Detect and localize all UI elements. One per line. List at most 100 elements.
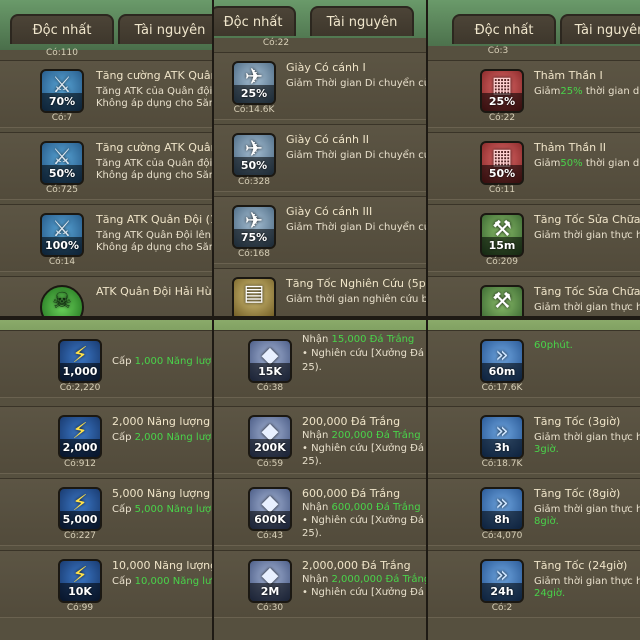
item-count: Có:912 xyxy=(63,459,96,469)
list-item[interactable]: ☠ ATK Quân Đội Hải Hùng xyxy=(0,276,212,316)
list-item[interactable]: ▦ 25% Có:22 Thảm Thần I Giảm25% thời gian… xyxy=(428,60,640,128)
item-desc: Cấp 1,000 Năng lượ xyxy=(112,356,212,367)
item-title: Giày Có cánh III xyxy=(286,205,373,218)
screenshot-collage: Độc nhất Tài nguyên Có:110 ⚔ 70% Có:7 Tăn… xyxy=(0,0,640,640)
item-count: Có:11 xyxy=(488,185,516,195)
panel-atk-boosts: Độc nhất Tài nguyên Có:110 ⚔ 70% Có:7 Tăn… xyxy=(0,0,212,316)
item-count: Có:17.6K xyxy=(481,383,523,393)
item-desc: Giảm thời gian thực hi xyxy=(534,504,640,515)
item-desc-2: Không áp dụng cho Săn xyxy=(96,170,212,181)
list-item[interactable]: ✈ 25% Có:14.6K Giày Có cánh I Giảm Thời g… xyxy=(214,52,426,120)
crystal-icon: ◆ 200K xyxy=(248,415,292,459)
lightning-icon: ⚡ 10K xyxy=(58,559,102,603)
crystal-icon: ◆ 600K xyxy=(248,487,292,531)
item-desc: Giảm Thời gian Di chuyển củ xyxy=(286,222,426,233)
list-item[interactable]: ▤ Tăng Tốc Nghiên Cứu (5p Giảm thời gian… xyxy=(214,268,426,316)
item-title: Thảm Thần I xyxy=(534,69,603,82)
item-desc-3: 25). xyxy=(302,456,322,467)
list-item[interactable]: ▦ 50% Có:11 Thảm Thần II Giảm50% thời gia… xyxy=(428,132,640,200)
item-desc-2: Không áp dụng cho Săn xyxy=(96,98,212,109)
winged-boot-icon: ✈ 50% xyxy=(232,133,276,177)
item-count: Có:18.7K xyxy=(481,459,523,469)
item-desc-2: • Nghiên cứu [Xưởng Đá xyxy=(302,348,424,359)
item-count: Có:99 xyxy=(66,603,94,613)
item-desc: Giảm thời gian nghiên cứu b xyxy=(286,294,426,305)
list-item[interactable]: » 60m Có:17.6K 60phút. xyxy=(428,330,640,398)
list-item[interactable]: ◆ 200K Có:59 200,000 Đá Trắng Nhận 200,00… xyxy=(214,406,426,474)
speed-arrows-icon: » 8h xyxy=(480,487,524,531)
item-title: Tăng ATK Quân Đội (10 xyxy=(96,213,212,226)
item-desc: Giảm25% thời gian di xyxy=(534,86,640,97)
speed-arrows-icon: » 60m xyxy=(480,339,524,383)
item-title: Tăng Tốc (3giờ) xyxy=(534,415,621,428)
item-desc-2: • Nghiên cứu [Xưởng Đá xyxy=(302,443,424,454)
magic-carpet-icon: ▦ 25% xyxy=(480,69,524,113)
lightning-icon: ⚡ 2,000 xyxy=(58,415,102,459)
crystal-icon: ◆ 15K xyxy=(248,339,292,383)
list-item[interactable]: » 3h Có:18.7K Tăng Tốc (3giờ) Giảm thời g… xyxy=(428,406,640,474)
list-item[interactable]: ⚡ 5,000 Có:227 5,000 Năng lượng Cấp 5,000… xyxy=(0,478,212,546)
item-list: Có:110 ⚔ 70% Có:7 Tăng cường ATK Quân Tăn… xyxy=(0,48,212,316)
list-item[interactable]: ⚔ 50% Có:725 Tăng cường ATK Quân Tăng ATK… xyxy=(0,132,212,200)
item-desc: Cấp 2,000 Năng lượ xyxy=(112,432,212,443)
item-title: Giày Có cánh II xyxy=(286,133,369,146)
item-count: Có:2 xyxy=(491,603,513,613)
item-desc-3: 25). xyxy=(302,528,322,539)
tab-bar: Độc nhất Tài nguyên xyxy=(0,0,212,50)
item-title: Tăng Tốc Nghiên Cứu (5p xyxy=(286,277,426,290)
item-title: Giày Có cánh I xyxy=(286,61,366,74)
tab-unique[interactable]: Độc nhất xyxy=(214,6,296,36)
item-desc-2: • Nghiên cứu [Xưởng Đá xyxy=(302,515,424,526)
list-item[interactable]: ◆ 600K Có:43 600,000 Đá Trắng Nhận 600,00… xyxy=(214,478,426,546)
item-count: Có:22 xyxy=(488,113,516,123)
item-desc: Nhận 2,000,000 Đá Trắng xyxy=(302,574,426,585)
tab-unique[interactable]: Độc nhất xyxy=(10,14,114,44)
item-title: Thảm Thần II xyxy=(534,141,607,154)
item-desc: Tăng ATK của Quân đội th xyxy=(96,86,212,97)
skull-icon: ☠ xyxy=(40,285,84,316)
item-desc-2: 24giờ. xyxy=(534,588,566,599)
item-title: Tăng cường ATK Quân xyxy=(96,69,212,82)
item-title: 10,000 Năng lượng xyxy=(112,559,212,572)
tab-resources[interactable]: Tài nguyên xyxy=(560,14,640,44)
item-list: ⚡ 1,000 Có:2,220 Cấp 1,000 Năng lượ ⚡ 2,00… xyxy=(0,330,212,640)
item-desc: Giảm Thời gian Di chuyển củ xyxy=(286,150,426,161)
list-item[interactable]: ✈ 50% Có:328 Giày Có cánh II Giảm Thời gi… xyxy=(214,124,426,192)
list-item[interactable]: » 8h Có:4,070 Tăng Tốc (8giờ) Giảm thời g… xyxy=(428,478,640,546)
list-item[interactable]: ◆ 2M Có:30 2,000,000 Đá Trắng Nhận 2,000,… xyxy=(214,550,426,618)
list-item[interactable]: ⚔ 70% Có:7 Tăng cường ATK Quân Tăng ATK c… xyxy=(0,60,212,128)
item-count: Có:3 xyxy=(487,46,509,56)
list-item[interactable]: ⚡ 10K Có:99 10,000 Năng lượng Cấp 10,000 … xyxy=(0,550,212,618)
list-item[interactable]: » 24h Có:2 Tăng Tốc (24giờ) Giảm thời gia… xyxy=(428,550,640,618)
construction-icon: ⚒ 15m xyxy=(480,213,524,257)
list-item[interactable]: ✈ 75% Có:168 Giày Có cánh III Giảm Thời g… xyxy=(214,196,426,264)
list-item[interactable]: ⚡ 2,000 Có:912 2,000 Năng lượng Cấp 2,000… xyxy=(0,406,212,474)
list-item[interactable]: ◆ 15K Có:38 Nhận 15,000 Đá Trắng • Nghiên… xyxy=(214,330,426,398)
item-desc: Giảm thời gian thực hi xyxy=(534,230,640,241)
item-list: Có:3 ▦ 25% Có:22 Thảm Thần I Giảm25% thời… xyxy=(428,46,640,316)
tab-resources[interactable]: Tài nguyên xyxy=(118,14,212,44)
item-count: Có:168 xyxy=(237,249,270,259)
item-desc: Giảm Thời gian Di chuyển củ xyxy=(286,78,426,89)
item-desc: Tăng ATK Quân Đội lên 1 xyxy=(96,230,212,241)
item-list: Có:22 ✈ 25% Có:14.6K Giày Có cánh I Giảm … xyxy=(214,38,426,316)
panel-magic-carpet: Độc nhất Tài nguyên Có:3 ▦ 25% Có:22 Thảm… xyxy=(428,0,640,316)
list-item[interactable]: ⚡ 1,000 Có:2,220 Cấp 1,000 Năng lượ xyxy=(0,330,212,398)
item-count: Có:227 xyxy=(63,531,96,541)
item-desc-2: Không áp dụng cho Săn xyxy=(96,242,212,253)
panel-speedups: Độc nhất Tài nguyên »60m Có:17.6K 60phút… xyxy=(428,320,640,640)
panel-energy: Độc nhất Tài nguyên ⚡1,000 Có:2,220 Cấp … xyxy=(0,320,212,640)
item-count: Có:59 xyxy=(256,459,284,469)
list-item[interactable]: ⚒ Tăng Tốc Sửa Chữa T Giảm thời gian thự… xyxy=(428,276,640,316)
list-item[interactable]: ⚒ 15m Có:209 Tăng Tốc Sửa Chữa T Giảm thờ… xyxy=(428,204,640,272)
item-list: ◆ 15K Có:38 Nhận 15,000 Đá Trắng • Nghiên… xyxy=(214,330,426,640)
tab-resources[interactable]: Tài nguyên xyxy=(310,6,414,36)
item-desc-2: 3giờ. xyxy=(534,444,559,455)
item-count: Có:209 xyxy=(485,257,518,267)
lightning-icon: ⚡ 1,000 xyxy=(58,339,102,383)
item-title: Tăng Tốc Sửa Chữa T xyxy=(534,213,640,226)
item-desc: 60phút. xyxy=(534,340,573,351)
sword-icon: ⚔ 100% xyxy=(40,213,84,257)
list-item[interactable]: ⚔ 100% Có:14 Tăng ATK Quân Đội (10 Tăng A… xyxy=(0,204,212,272)
tab-unique[interactable]: Độc nhất xyxy=(452,14,556,44)
